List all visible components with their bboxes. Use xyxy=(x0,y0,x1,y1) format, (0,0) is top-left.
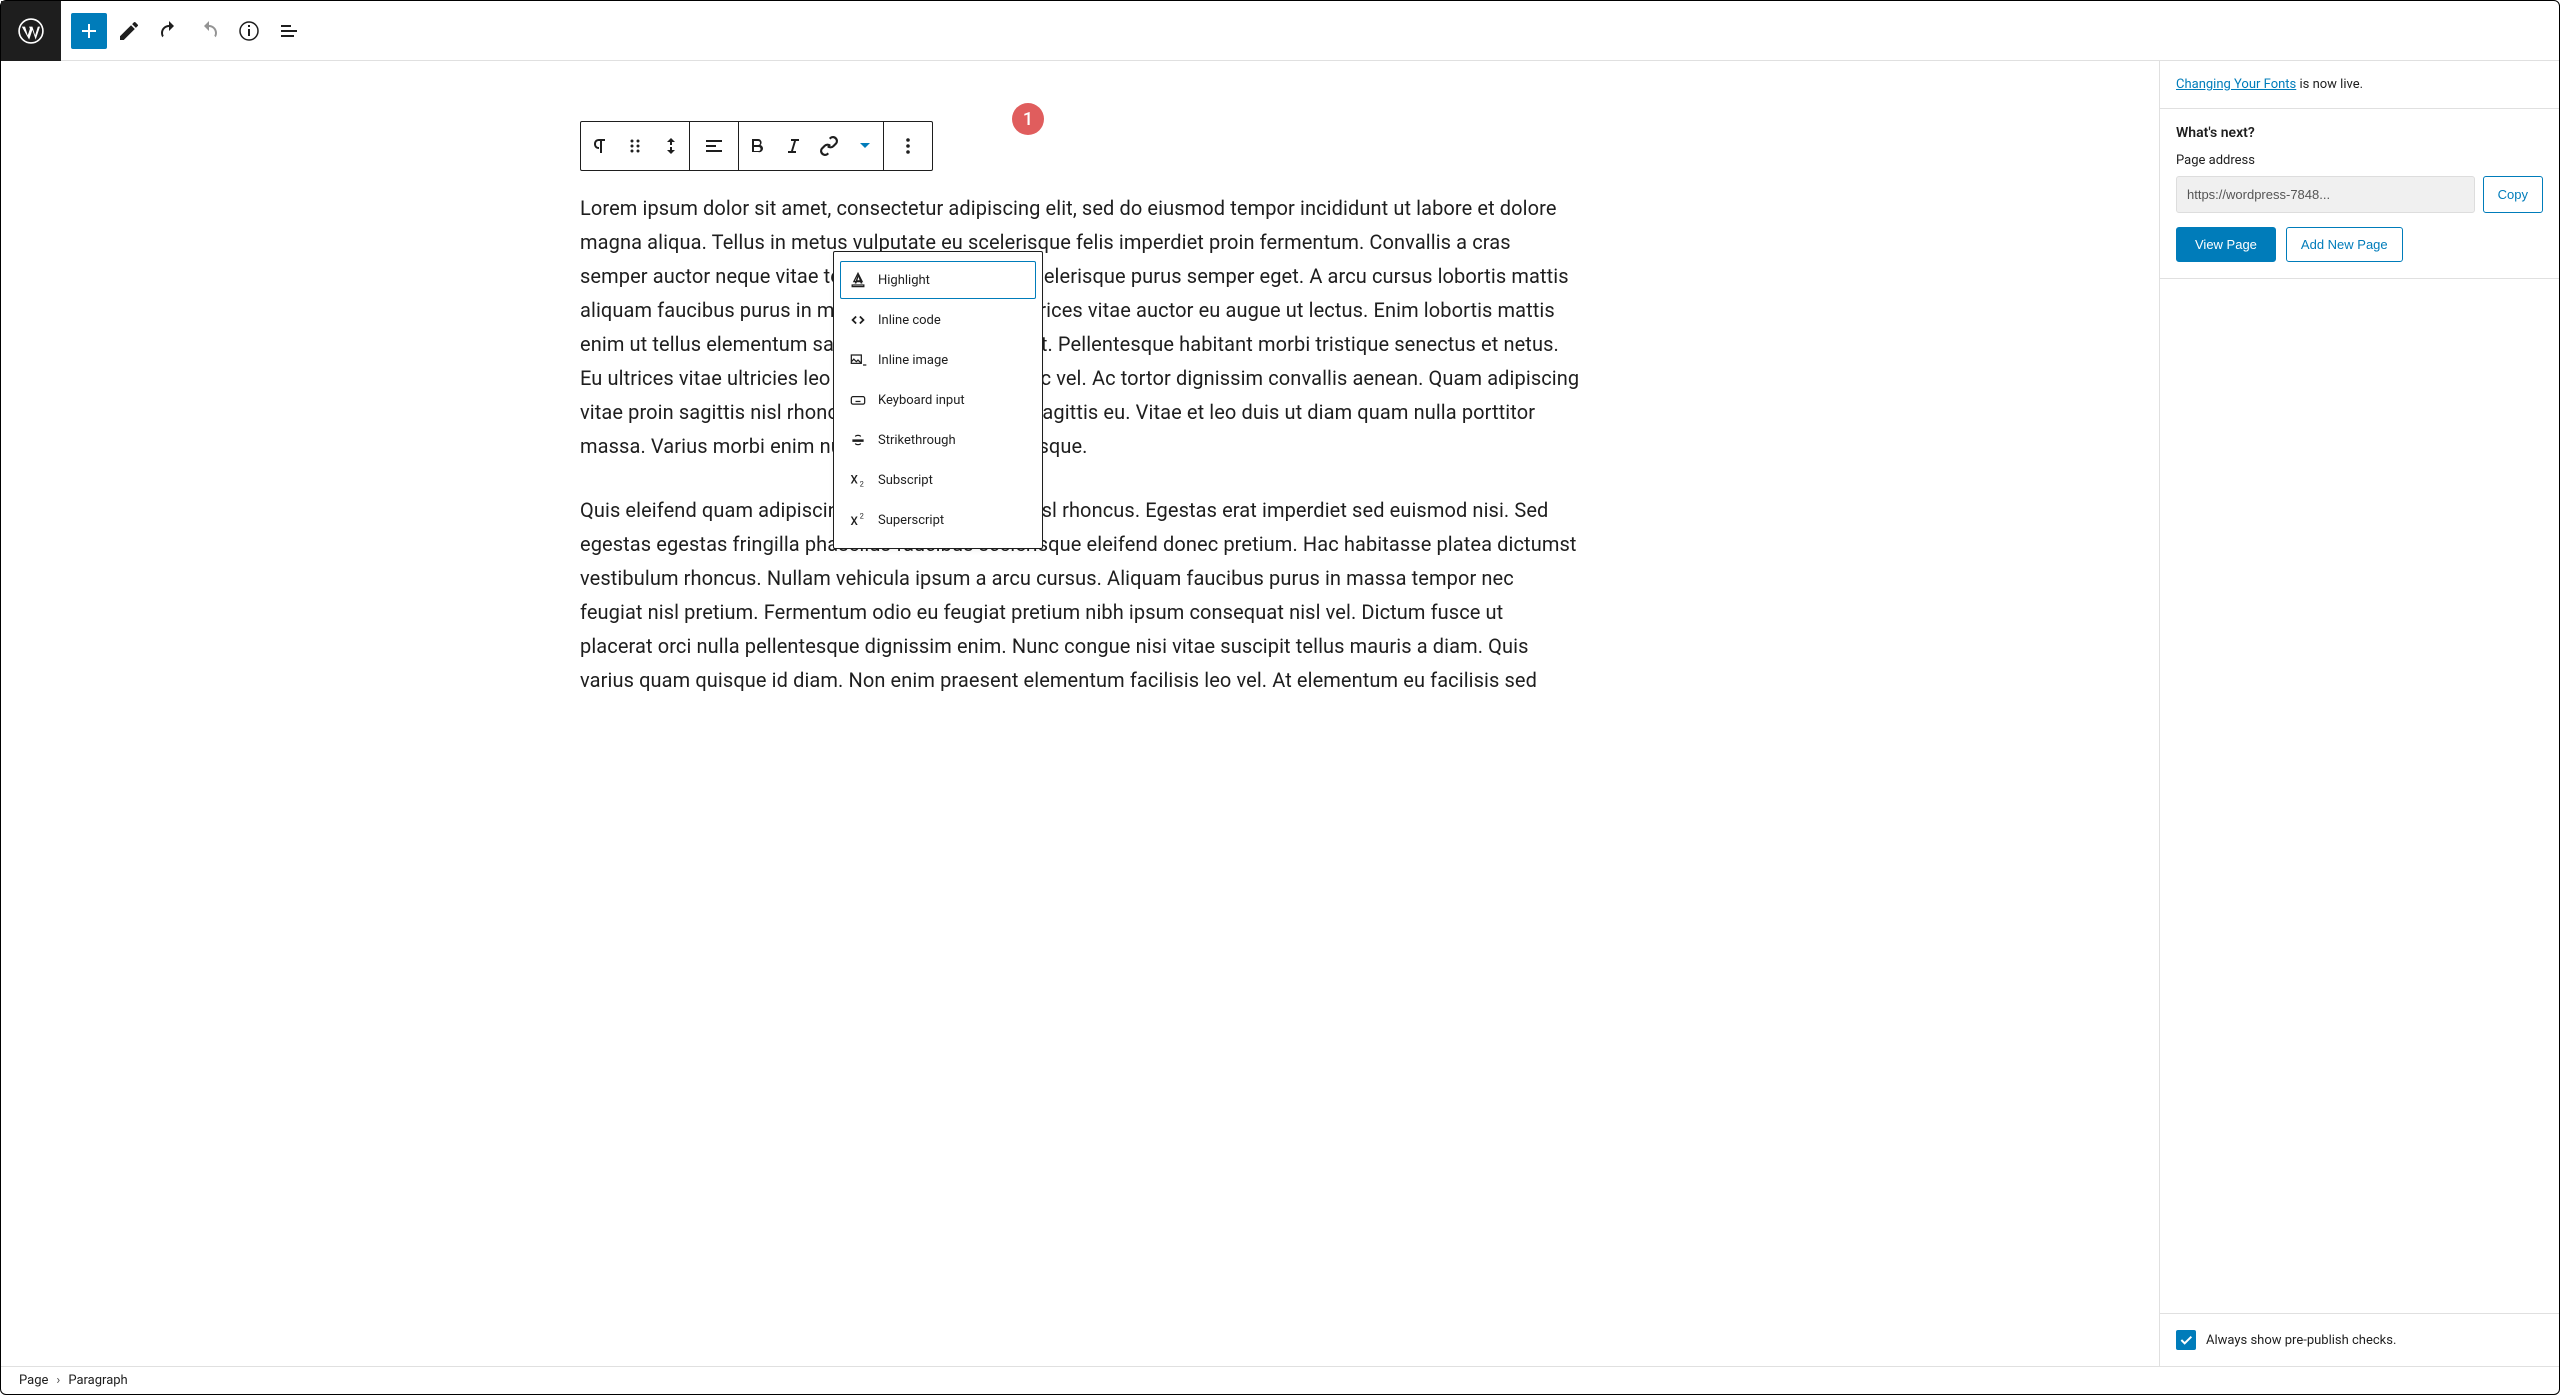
dropdown-label: Inline image xyxy=(878,353,948,368)
dropdown-item-highlight[interactable]: A Highlight xyxy=(834,260,1042,300)
page-title-link[interactable]: Changing Your Fonts xyxy=(2176,77,2296,92)
breadcrumb: Page › Paragraph xyxy=(1,1366,2559,1394)
drag-handle[interactable] xyxy=(617,122,653,170)
undo-button[interactable] xyxy=(151,13,187,49)
info-button[interactable] xyxy=(231,13,267,49)
block-toolbar xyxy=(580,121,933,171)
italic-button[interactable] xyxy=(775,122,811,170)
move-updown-button[interactable] xyxy=(653,122,689,170)
dropdown-label: Superscript xyxy=(878,513,944,528)
sidebar-footer: Always show pre-publish checks. xyxy=(2160,1313,2559,1366)
more-formats-dropdown-button[interactable] xyxy=(847,122,883,170)
outline-button[interactable] xyxy=(271,13,307,49)
dropdown-label: Strikethrough xyxy=(878,433,956,448)
svg-text:X: X xyxy=(851,472,859,486)
dropdown-item-inline-image[interactable]: Inline image xyxy=(834,340,1042,380)
chevron-right-icon: › xyxy=(56,1373,60,1388)
dropdown-item-superscript[interactable]: X2 Superscript xyxy=(834,500,1042,540)
redo-button[interactable] xyxy=(191,13,227,49)
breadcrumb-item[interactable]: Page xyxy=(19,1373,48,1388)
highlight-icon: A xyxy=(846,268,870,292)
paragraph-block[interactable]: Lorem ipsum dolor sit amet, consectetur … xyxy=(580,191,1580,463)
breadcrumb-item[interactable]: Paragraph xyxy=(68,1373,127,1388)
link-button[interactable] xyxy=(811,122,847,170)
dropdown-label: Subscript xyxy=(878,473,933,488)
code-icon xyxy=(846,308,870,332)
prepublish-label: Always show pre-publish checks. xyxy=(2206,1333,2396,1348)
publish-sidebar: Changing Your Fonts is now live. What's … xyxy=(2159,61,2559,1366)
dropdown-item-keyboard[interactable]: Keyboard input xyxy=(834,380,1042,420)
dropdown-label: Keyboard input xyxy=(878,393,965,408)
dropdown-label: Highlight xyxy=(878,273,930,288)
copy-button[interactable]: Copy xyxy=(2483,176,2543,213)
svg-text:A: A xyxy=(855,272,863,286)
strikethrough-icon xyxy=(846,428,870,452)
dropdown-item-inline-code[interactable]: Inline code xyxy=(834,300,1042,340)
whats-next-heading: What's next? xyxy=(2176,125,2543,141)
subscript-icon: X2 xyxy=(846,468,870,492)
svg-text:2: 2 xyxy=(860,480,864,489)
live-notice: Changing Your Fonts is now live. xyxy=(2176,77,2363,92)
page-address-label: Page address xyxy=(2176,153,2543,168)
dropdown-label: Inline code xyxy=(878,313,941,328)
annotation-badge: 1 xyxy=(1012,103,1044,135)
dropdown-item-subscript[interactable]: X2 Subscript xyxy=(834,460,1042,500)
keyboard-icon xyxy=(846,388,870,412)
superscript-icon: X2 xyxy=(846,508,870,532)
paragraph-block-button[interactable] xyxy=(581,122,617,170)
image-icon xyxy=(846,348,870,372)
app-root: 1 xyxy=(0,0,2560,1395)
svg-text:2: 2 xyxy=(860,511,864,520)
main-area: 1 xyxy=(1,61,2559,1366)
svg-text:X: X xyxy=(851,514,859,528)
page-address-input[interactable] xyxy=(2176,176,2475,213)
editor-canvas[interactable]: 1 xyxy=(1,61,2159,1366)
bold-button[interactable] xyxy=(739,122,775,170)
paragraph-block[interactable]: Quis eleifend quam adipiscing vitae proi… xyxy=(580,493,1580,697)
top-toolbar xyxy=(1,1,2559,61)
view-page-button[interactable]: View Page xyxy=(2176,227,2276,262)
edit-mode-button[interactable] xyxy=(111,13,147,49)
prepublish-checkbox[interactable] xyxy=(2176,1330,2196,1350)
dropdown-item-strikethrough[interactable]: Strikethrough xyxy=(834,420,1042,460)
align-button[interactable] xyxy=(690,122,738,170)
add-block-button[interactable] xyxy=(71,13,107,49)
more-formats-dropdown: A Highlight Inline code Inline image Key… xyxy=(833,251,1043,549)
wordpress-logo[interactable] xyxy=(1,1,61,61)
add-new-page-button[interactable]: Add New Page xyxy=(2286,227,2403,262)
more-options-button[interactable] xyxy=(884,122,932,170)
